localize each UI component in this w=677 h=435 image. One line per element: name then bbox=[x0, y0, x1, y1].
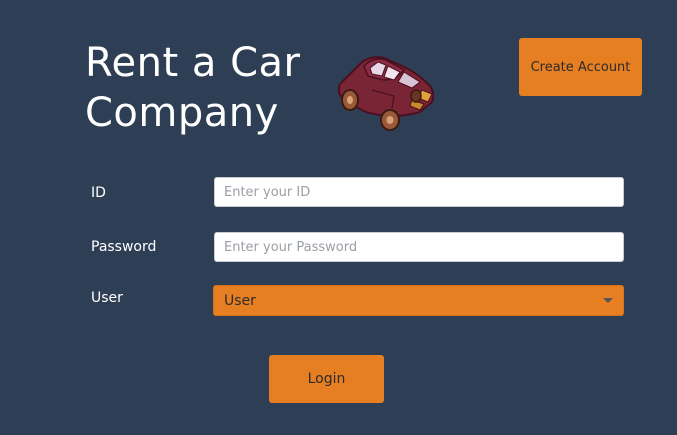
id-input[interactable] bbox=[214, 177, 624, 207]
title-line-1: Rent a Car bbox=[85, 40, 301, 86]
title-line-2: Company bbox=[85, 90, 279, 136]
password-label: Password bbox=[91, 239, 157, 255]
page-title: Rent a Car Company bbox=[85, 38, 300, 138]
id-label: ID bbox=[91, 185, 106, 201]
login-button[interactable]: Login bbox=[269, 355, 384, 403]
role-select-value: User bbox=[224, 292, 256, 309]
car-icon bbox=[337, 56, 435, 131]
role-select[interactable]: User bbox=[213, 285, 624, 316]
create-account-button[interactable]: Create Account bbox=[519, 38, 642, 96]
chevron-down-icon bbox=[603, 298, 613, 303]
password-input[interactable] bbox=[214, 232, 624, 262]
role-label: User bbox=[91, 290, 123, 306]
